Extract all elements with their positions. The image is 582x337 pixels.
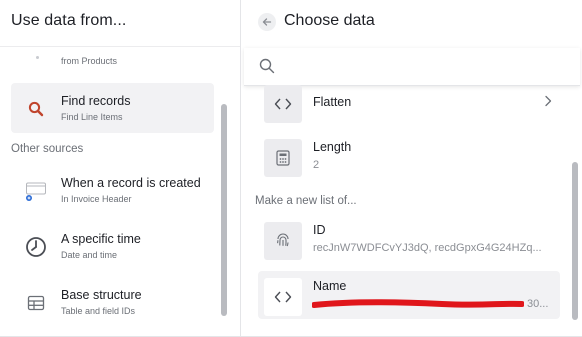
cut-item-icon xyxy=(36,56,39,59)
source-specific-time[interactable]: A specific time Date and time xyxy=(11,221,214,271)
search-input[interactable] xyxy=(282,57,562,77)
field-label: Length xyxy=(313,140,352,154)
cut-item-sub[interactable]: from Products xyxy=(61,56,117,66)
source-label: Find records xyxy=(61,94,131,108)
code-brackets-icon xyxy=(264,278,302,316)
field-value: recJnW7WDFCvYJ3dQ, recdGpxG4G24HZq... xyxy=(313,242,542,254)
choose-data-panel: Choose data Flatten Length 2 Make a new … xyxy=(242,0,582,337)
field-length[interactable]: Length 2 xyxy=(258,132,560,180)
right-scrollbar[interactable] xyxy=(572,162,578,320)
source-label: Base structure xyxy=(61,288,142,302)
section-other-sources: Other sources xyxy=(11,143,84,155)
table-icon xyxy=(25,292,47,314)
search-icon xyxy=(259,58,275,79)
fingerprint-icon xyxy=(264,222,302,260)
source-sub: In Invoice Header xyxy=(61,194,132,204)
use-data-from-panel: Use data from... from Products Find reco… xyxy=(0,0,241,337)
field-value: 30... xyxy=(527,298,549,310)
field-label: ID xyxy=(313,223,326,237)
field-id[interactable]: ID recJnW7WDFCvYJ3dQ, recdGpxG4G24HZq... xyxy=(258,215,560,263)
calculator-icon xyxy=(264,139,302,177)
field-label: Flatten xyxy=(313,95,352,109)
source-label: A specific time xyxy=(61,232,141,246)
source-base-structure[interactable]: Base structure Table and field IDs xyxy=(11,277,214,327)
panel-title: Choose data xyxy=(284,12,375,29)
panel-title: Use data from... xyxy=(11,12,127,29)
source-find-records[interactable]: Find records Find Line Items xyxy=(11,83,214,133)
make-new-list-label: Make a new list of... xyxy=(255,195,357,207)
redaction-mark xyxy=(311,298,525,316)
clock-icon xyxy=(25,236,47,258)
record-created-icon xyxy=(25,180,47,202)
divider xyxy=(0,46,240,47)
field-flatten[interactable]: Flatten xyxy=(258,78,560,126)
field-label: Name xyxy=(313,279,347,293)
source-sub: Find Line Items xyxy=(61,112,123,122)
source-label: When a record is created xyxy=(61,176,201,190)
search-icon xyxy=(25,98,47,120)
source-sub: Table and field IDs xyxy=(61,306,136,316)
left-scrollbar[interactable] xyxy=(221,104,227,316)
arrow-left-icon xyxy=(262,18,272,26)
source-record-created[interactable]: When a record is created In Invoice Head… xyxy=(11,165,214,215)
source-sub: Date and time xyxy=(61,250,118,260)
chevron-right-icon xyxy=(544,94,552,112)
back-button[interactable] xyxy=(258,13,276,31)
code-brackets-icon xyxy=(264,85,302,123)
field-value: 2 xyxy=(313,159,320,171)
